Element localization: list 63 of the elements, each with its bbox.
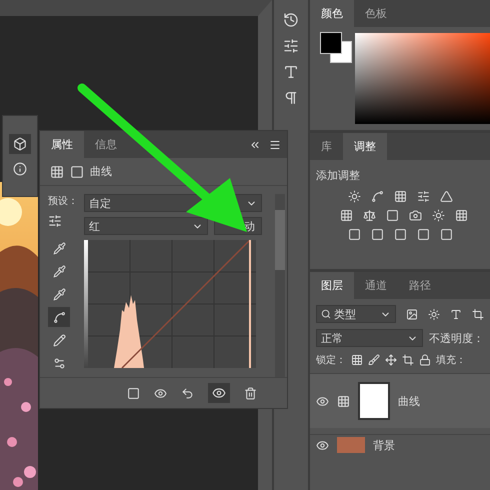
search-icon: [321, 309, 331, 319]
menu-icon[interactable]: [269, 138, 281, 150]
balance-icon[interactable]: [363, 209, 376, 222]
paragraph-icon[interactable]: [283, 90, 299, 106]
eyedropper-icon: [52, 288, 66, 300]
panel-tab[interactable]: 图层: [310, 272, 354, 299]
crop-icon[interactable]: [402, 354, 414, 366]
eyedropper-icon: [52, 264, 66, 278]
channel-dropdown[interactable]: 红: [84, 217, 208, 235]
layer-name: 曲线: [398, 394, 420, 408]
view-previous-icon[interactable]: [154, 386, 167, 400]
brightness-icon[interactable]: [348, 190, 361, 203]
smooth-icon: [52, 356, 66, 370]
layer-mask-thumbnail: [358, 382, 390, 420]
preset-label: 预设：: [48, 195, 79, 208]
layer-row[interactable]: 背景: [310, 434, 490, 455]
layer-row[interactable]: 曲线: [310, 373, 490, 428]
brush-icon[interactable]: [368, 354, 380, 366]
lock-icon[interactable]: [419, 354, 431, 366]
curve-line[interactable]: [121, 240, 251, 368]
opacity-label: 不透明度：: [429, 330, 484, 346]
panel-tab[interactable]: 路径: [398, 272, 442, 299]
panel-tab[interactable]: 库: [310, 133, 343, 160]
visibility-icon[interactable]: [212, 386, 226, 400]
camera-icon[interactable]: [409, 209, 422, 222]
curve-icon: [52, 310, 66, 324]
visibility-icon[interactable]: [316, 394, 329, 408]
panel-tab[interactable]: 通道: [354, 272, 398, 299]
delete-icon[interactable]: [244, 386, 257, 400]
image-filter-icon[interactable]: [406, 308, 418, 320]
character-icon[interactable]: [283, 64, 299, 80]
adjustment-title: 曲线: [90, 164, 112, 179]
panel-tab[interactable]: 信息: [84, 131, 128, 158]
eyedropper-icon: [52, 242, 66, 254]
tool-button[interactable]: [48, 307, 70, 327]
blend-mode-dropdown[interactable]: 正常: [316, 329, 423, 347]
visibility-icon[interactable]: [316, 438, 329, 452]
panel-tab[interactable]: 色板: [354, 0, 398, 27]
lock-pixels-icon[interactable]: [351, 354, 363, 366]
lock-label: 锁定：: [316, 354, 346, 367]
foreground-color-swatch[interactable]: [320, 32, 342, 54]
panel-tab[interactable]: 属性: [40, 131, 84, 158]
panel-heading: 添加调整: [315, 168, 361, 184]
adjust-icon[interactable]: [283, 38, 299, 54]
vibrance-icon[interactable]: [440, 190, 453, 203]
type-filter-icon[interactable]: [450, 308, 462, 320]
reset-icon[interactable]: [181, 386, 194, 400]
color-field[interactable]: [355, 33, 490, 124]
shape-filter-icon[interactable]: [472, 308, 484, 320]
info-icon[interactable]: [13, 162, 27, 176]
panel-tab[interactable]: 颜色: [310, 0, 354, 27]
scrollbar-thumb[interactable]: [275, 210, 285, 270]
panel-tab[interactable]: 调整: [343, 133, 387, 160]
layer-name: 背景: [373, 438, 395, 452]
properties-icon[interactable]: [13, 137, 27, 151]
move-icon[interactable]: [385, 354, 397, 366]
history-icon[interactable]: [283, 12, 299, 28]
adjustment-filter-icon[interactable]: [428, 308, 440, 320]
filter-dropdown[interactable]: 类型: [316, 305, 396, 323]
pencil-icon: [52, 334, 66, 346]
fill-label: 填充：: [436, 354, 466, 367]
target-adjust-icon[interactable]: [48, 214, 62, 228]
highlight-clip-marker[interactable]: [249, 240, 251, 368]
